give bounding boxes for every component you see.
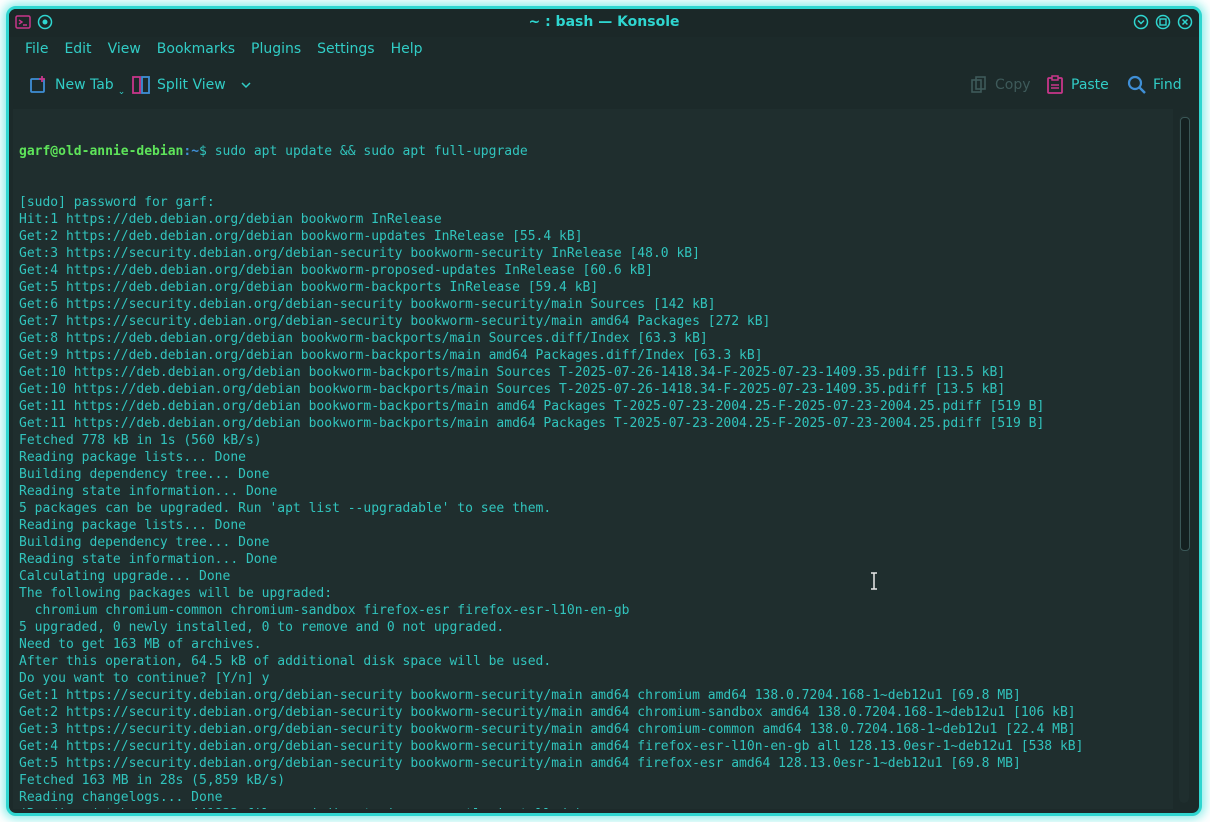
terminal-line: Get:6 https://security.debian.org/debian… [19,297,716,312]
terminal-line: Reading package lists... Done [19,450,246,465]
menu-help[interactable]: Help [383,37,431,61]
terminal-line: [sudo] password for garf: [19,195,215,210]
terminal-line: Get:3 https://security.debian.org/debian… [19,246,700,261]
terminal-line: 5 upgraded, 0 newly installed, 0 to remo… [19,620,505,635]
terminal-line: The following packages will be upgraded: [19,586,333,601]
paste-label: Paste [1071,77,1109,93]
terminal-line: Get:11 https://deb.debian.org/debian boo… [19,399,1045,414]
paste-button[interactable]: Paste [1045,73,1109,97]
terminal-line: Get:11 https://deb.debian.org/debian boo… [19,416,1045,431]
copy-button[interactable]: Copy [969,73,1031,97]
konsole-window: ~ : bash — Konsole File Edit View Bookma… [6,6,1202,816]
menu-file[interactable]: File [17,37,56,61]
menu-view[interactable]: View [100,37,149,61]
menu-edit[interactable]: Edit [56,37,99,61]
terminal-line: After this operation, 64.5 kB of additio… [19,654,552,669]
terminal-line: Get:10 https://deb.debian.org/debian boo… [19,365,1006,380]
terminal-output[interactable]: garf@old-annie-debian:~$ sudo apt update… [13,109,1173,809]
terminal-line: Get:4 https://security.debian.org/debian… [19,739,1084,754]
terminal-line: Building dependency tree... Done [19,535,270,550]
prompt-symbol: $ [199,144,215,159]
split-view-label: Split View [157,77,226,93]
terminal-line: Get:5 https://security.debian.org/debian… [19,756,1021,771]
copy-label: Copy [995,77,1031,93]
terminal-line: Get:4 https://deb.debian.org/debian book… [19,263,653,278]
maximize-icon[interactable] [1155,14,1171,30]
copy-icon [971,76,986,93]
text-cursor-icon [871,572,877,590]
terminal-line: Get:2 https://security.debian.org/debian… [19,705,1076,720]
terminal-line: Calculating upgrade... Done [19,569,231,584]
scrollbar-thumb[interactable] [1180,117,1190,551]
prompt-path: :~ [183,144,200,159]
terminal-line: Get:3 https://security.debian.org/debian… [19,722,1076,737]
terminal-line: Reading state information... Done [19,552,278,567]
menu-bookmarks[interactable]: Bookmarks [149,37,243,61]
minimize-icon[interactable] [1133,14,1149,30]
terminal-line: Reading changelogs... Done [19,790,223,805]
window-title: ~ : bash — Konsole [528,14,680,30]
terminal-line: Fetched 163 MB in 28s (5,859 kB/s) [19,773,286,788]
terminal-line: Get:7 https://security.debian.org/debian… [19,314,771,329]
terminal-line: Get:1 https://security.debian.org/debian… [19,688,1021,703]
terminal-line: (Reading database ... 441933 files and d… [19,806,1173,809]
terminal-line: chromium chromium-common chromium-sandbo… [19,603,630,618]
menu-bar: File Edit View Bookmarks Plugins Setting… [9,37,1199,61]
new-tab-icon [30,76,45,93]
prompt-command: sudo apt update && sudo apt full-upgrade [214,144,528,159]
terminal-line: Building dependency tree... Done [19,467,270,482]
menu-plugins[interactable]: Plugins [243,37,309,61]
terminal-line: Need to get 163 MB of archives. [19,637,262,652]
terminal-line: Get:5 https://deb.debian.org/debian book… [19,280,599,295]
terminal-line: Reading state information... Done [19,484,278,499]
terminal-scrollbar[interactable] [1175,109,1195,809]
terminal-line: Hit:1 https://deb.debian.org/debian book… [19,212,442,227]
split-view-button[interactable]: Split View [131,73,252,97]
chevron-down-icon[interactable] [240,79,252,91]
menu-settings[interactable]: Settings [309,37,382,61]
terminal-line: Do you want to continue? [Y/n] y [19,671,270,686]
close-icon[interactable] [1177,14,1193,30]
prompt-user-host: garf@old-annie-debian [19,144,184,159]
search-icon [1127,75,1146,94]
terminal-line: Get:9 https://deb.debian.org/debian book… [19,348,763,363]
find-button[interactable]: Find [1127,73,1182,97]
terminal-line: Fetched 778 kB in 1s (560 kB/s) [19,433,262,448]
find-label: Find [1153,77,1182,93]
terminal-line: Reading package lists... Done [19,518,246,533]
new-tab-dropdown-icon[interactable]: ⌄ [118,87,126,97]
prompt-line: garf@old-annie-debian:~$ sudo apt update… [19,143,1173,160]
terminal-line: Get:2 https://deb.debian.org/debian book… [19,229,583,244]
new-tab-button[interactable]: New Tab ⌄ [29,73,127,97]
terminal-line: Get:10 https://deb.debian.org/debian boo… [19,382,1006,397]
terminal-line: Get:8 https://deb.debian.org/debian book… [19,331,708,346]
split-view-icon [132,76,150,94]
paste-icon [1047,75,1063,94]
terminal-line: 5 packages can be upgraded. Run 'apt lis… [19,501,552,516]
toolbar: New Tab ⌄ Split View Copy Paste Find [9,65,1199,105]
title-bar[interactable]: ~ : bash — Konsole [9,9,1199,37]
new-tab-label: New Tab [55,77,114,93]
